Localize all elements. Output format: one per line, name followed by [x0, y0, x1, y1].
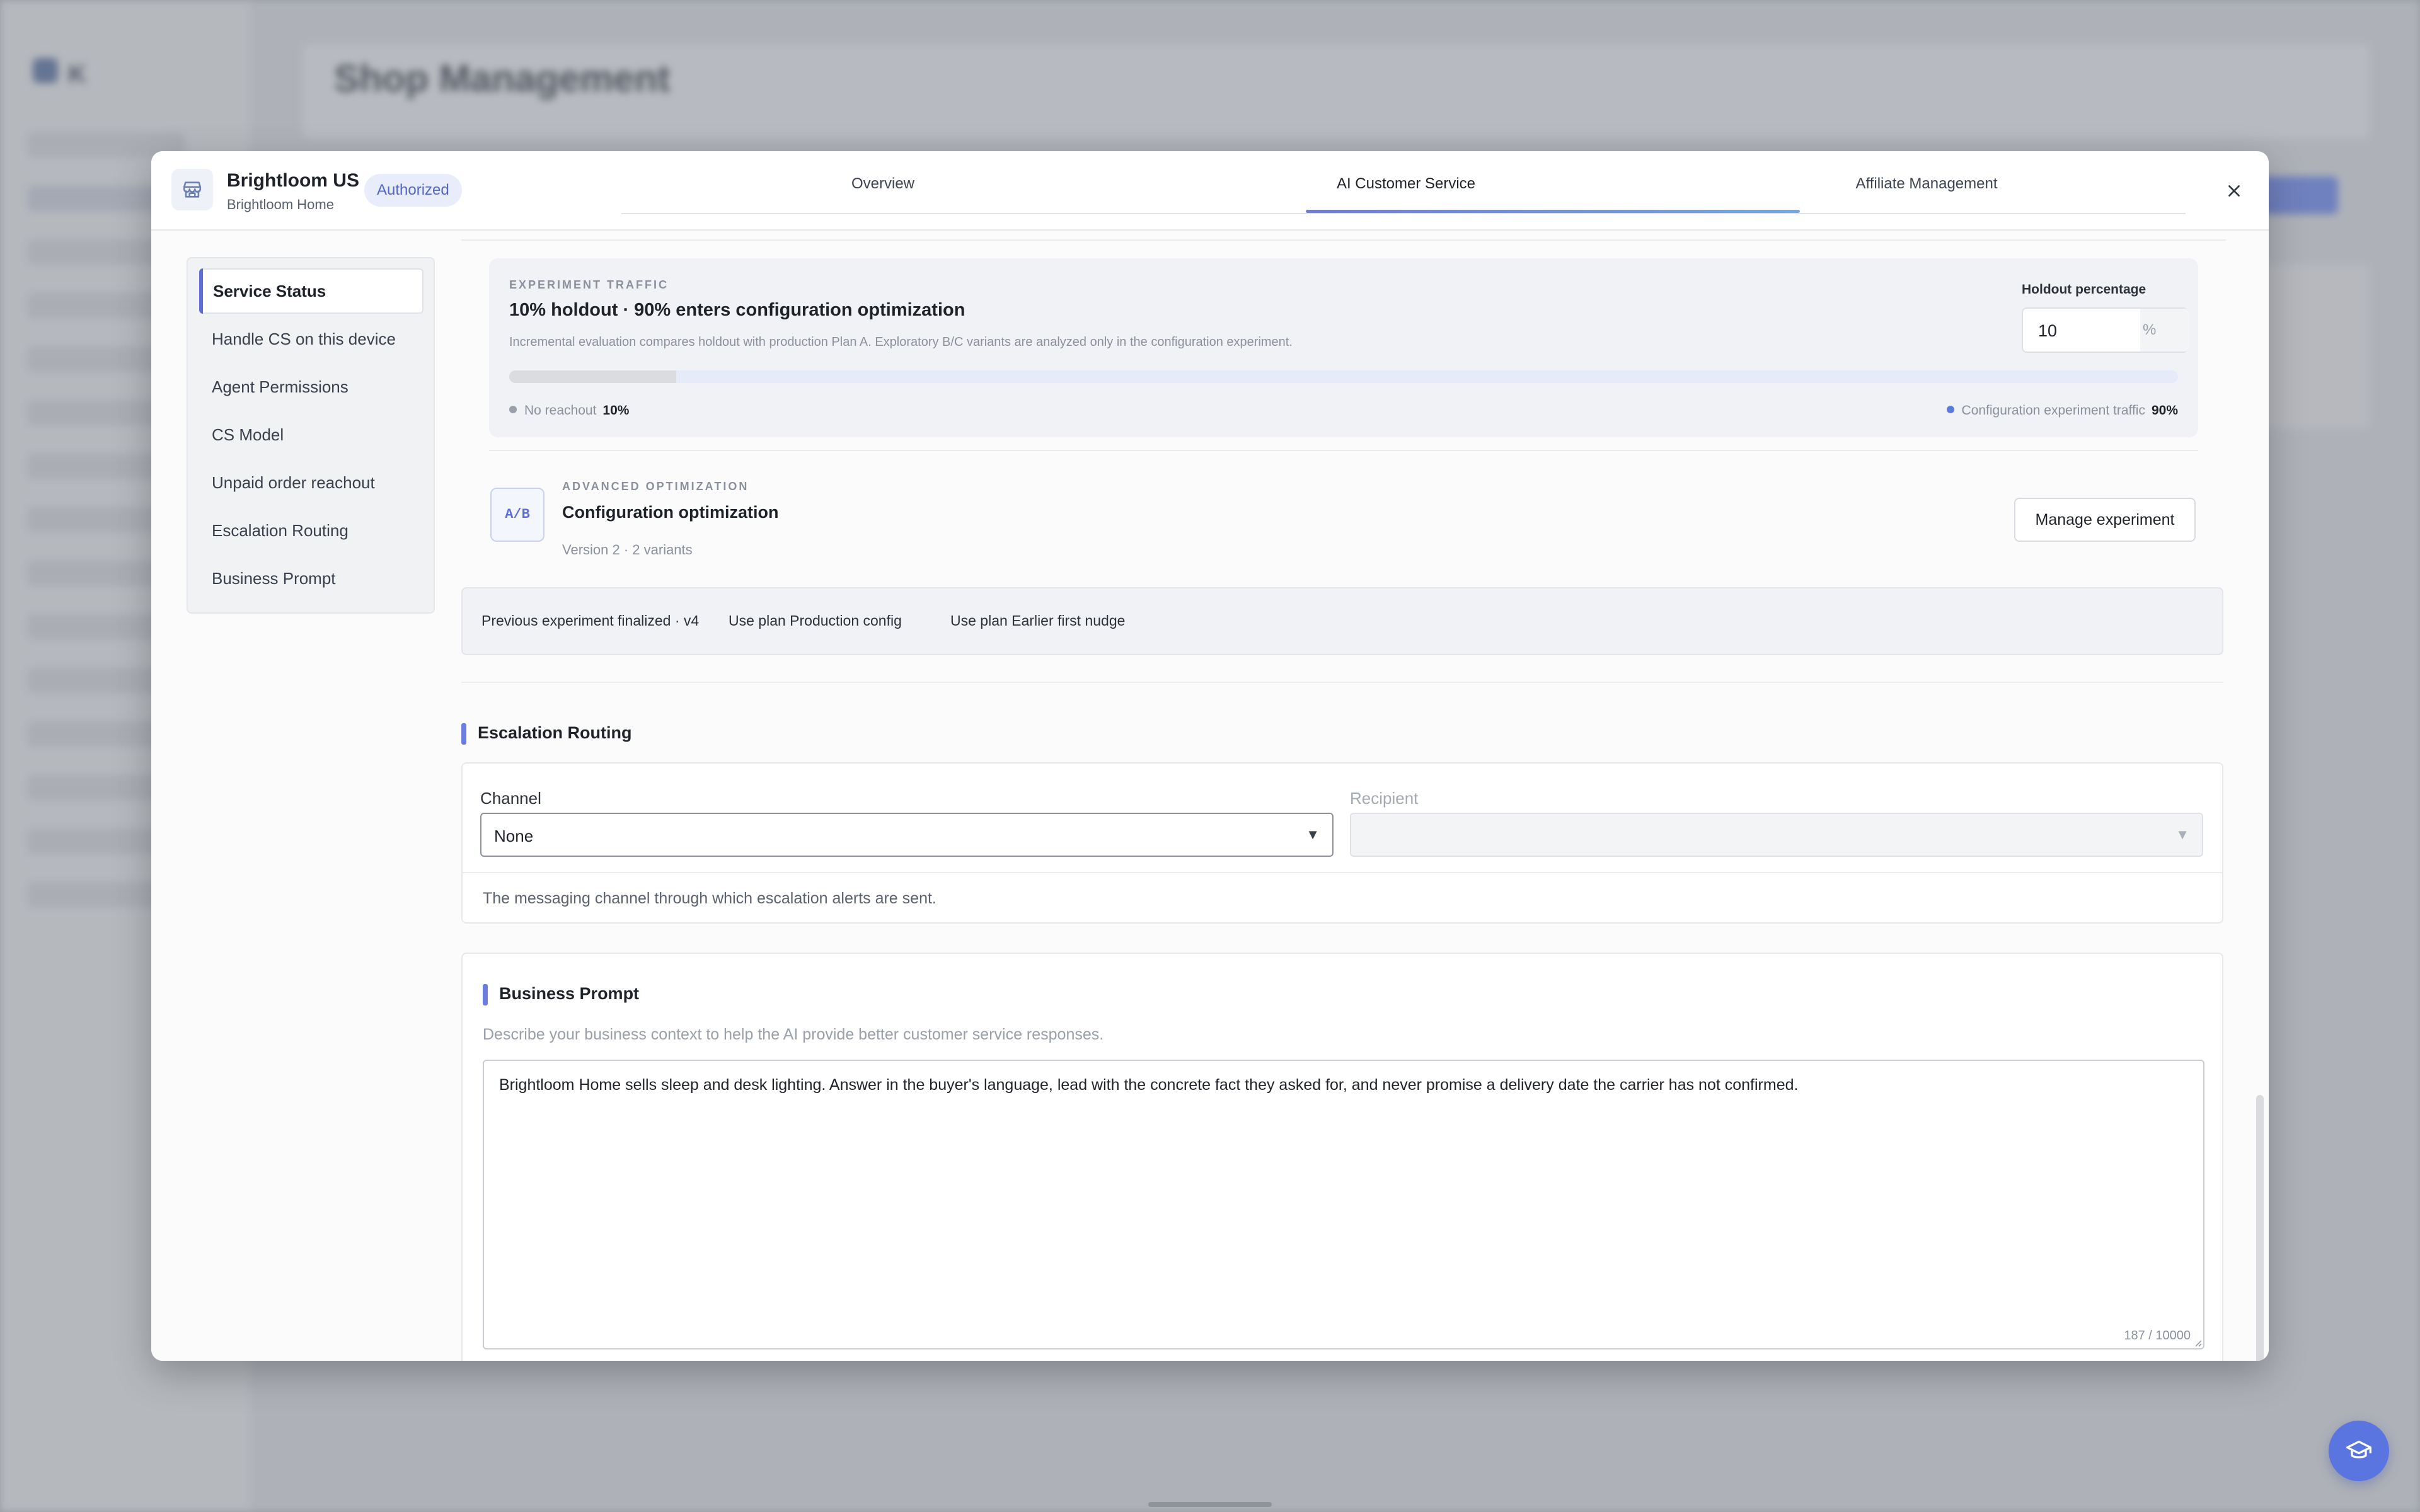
experiment-traffic-dot — [1946, 406, 1954, 414]
nav-item-agent-permissions[interactable]: Agent Permissions — [199, 364, 424, 410]
escalation-routing-card: Channel None ▼ Recipient ▼ The messaging… — [461, 762, 2223, 924]
business-prompt-text[interactable]: Brightloom Home sells sleep and desk lig… — [499, 1074, 2188, 1096]
escalation-routing-help: The messaging channel through which esca… — [483, 890, 936, 907]
store-icon — [171, 169, 213, 210]
configuration-optimization-subtitle: Version 2 · 2 variants — [562, 542, 693, 558]
modal-scrollbar[interactable] — [2256, 1095, 2264, 1361]
manage-experiment-button[interactable]: Manage experiment — [2014, 498, 2196, 542]
legend-experiment-traffic-value: 90% — [2151, 403, 2178, 418]
holdout-fill — [509, 370, 676, 383]
previous-experiment-bar: Previous experiment finalized · v4 Use p… — [461, 587, 2223, 655]
channel-label: Channel — [480, 789, 541, 808]
divider — [461, 682, 2223, 683]
shop-modal: Brightloom US Brightloom Home Authorized… — [151, 151, 2269, 1361]
modal-tabs: Overview AI Customer Service Affiliate M… — [621, 151, 2186, 214]
shop-subtitle: Brightloom Home — [227, 197, 334, 212]
chevron-down-icon: ▼ — [1306, 827, 1320, 842]
escalation-routing-heading: Escalation Routing — [461, 723, 632, 745]
tab-overview[interactable]: Overview — [621, 151, 1144, 214]
business-prompt-card: Business Prompt Describe your business c… — [461, 953, 2223, 1361]
business-prompt-textarea[interactable]: Brightloom Home sells sleep and desk lig… — [483, 1060, 2204, 1349]
modal-header: Brightloom US Brightloom Home Authorized… — [151, 151, 2269, 231]
ab-test-icon: A/B — [490, 488, 544, 542]
graduation-cap-icon — [2346, 1440, 2371, 1458]
help-center-button[interactable] — [2329, 1421, 2389, 1481]
channel-select-value: None — [494, 827, 534, 845]
nav-item-handle-cs[interactable]: Handle CS on this device — [199, 316, 424, 362]
divider — [489, 450, 2198, 451]
divider — [463, 872, 2222, 873]
resize-handle-icon[interactable] — [2193, 1338, 2202, 1347]
divider — [461, 239, 2226, 241]
experiment-traffic-card: EXPERIMENT TRAFFIC 10% holdout · 90% ent… — [489, 258, 2198, 437]
close-icon — [2228, 185, 2240, 197]
legend-no-reachout-value: 10% — [602, 403, 630, 418]
close-button[interactable] — [2221, 178, 2247, 204]
configuration-optimization-title: Configuration optimization — [562, 503, 779, 522]
business-prompt-heading: Business Prompt — [483, 984, 639, 1005]
recipient-label: Recipient — [1350, 789, 1419, 808]
nav-item-service-status[interactable]: Service Status — [199, 268, 424, 314]
holdout-percentage-unit: % — [2140, 309, 2189, 352]
legend-experiment-traffic-label: Configuration experiment traffic — [1961, 403, 2145, 418]
recipient-select: ▼ — [1350, 813, 2203, 857]
use-plan-production-config[interactable]: Use plan Production config — [729, 612, 902, 629]
tab-affiliate-management[interactable]: Affiliate Management — [1668, 151, 2186, 214]
experiment-traffic-eyebrow: EXPERIMENT TRAFFIC — [509, 278, 669, 291]
home-indicator — [1148, 1502, 1272, 1507]
holdout-percentage-value[interactable]: 10 — [2038, 321, 2057, 341]
modal-body: Service Status Handle CS on this device … — [151, 231, 2269, 1361]
channel-select[interactable]: None ▼ — [480, 813, 1334, 857]
traffic-split-bar — [509, 370, 2178, 383]
shop-name: Brightloom US — [227, 170, 359, 191]
nav-item-escalation-routing[interactable]: Escalation Routing — [199, 508, 424, 553]
nav-item-unpaid-order-reachout[interactable]: Unpaid order reachout — [199, 460, 424, 505]
chevron-down-icon: ▼ — [2175, 827, 2189, 842]
legend-experiment-traffic: Configuration experiment traffic 90% — [1946, 403, 2178, 418]
no-reachout-dot — [509, 406, 517, 414]
experiment-traffic-description: Incremental evaluation compares holdout … — [509, 335, 1293, 349]
tab-ai-customer-service[interactable]: AI Customer Service — [1144, 151, 1668, 214]
previous-experiment-status: Previous experiment finalized · v4 — [481, 612, 700, 629]
business-prompt-help: Describe your business context to help t… — [483, 1026, 1104, 1043]
experiment-traffic-title: 10% holdout · 90% enters configuration o… — [509, 300, 965, 320]
holdout-percentage-input[interactable]: 10 % — [2022, 307, 2189, 353]
settings-content: EXPERIMENT TRAFFIC 10% holdout · 90% ent… — [461, 231, 2226, 1361]
advanced-optimization-eyebrow: ADVANCED OPTIMIZATION — [562, 480, 749, 493]
nav-item-cs-model[interactable]: CS Model — [199, 412, 424, 457]
section-nav: Service Status Handle CS on this device … — [187, 257, 435, 614]
use-plan-earlier-first-nudge[interactable]: Use plan Earlier first nudge — [950, 612, 1125, 629]
authorized-badge: Authorized — [364, 174, 462, 207]
active-tab-indicator — [1306, 210, 1800, 213]
nav-item-business-prompt[interactable]: Business Prompt — [199, 556, 424, 601]
legend-no-reachout-label: No reachout — [524, 403, 597, 418]
character-counter: 187 / 10000 — [2124, 1329, 2191, 1343]
holdout-percentage-label: Holdout percentage — [2022, 282, 2146, 297]
legend-no-reachout: No reachout 10% — [509, 403, 629, 418]
